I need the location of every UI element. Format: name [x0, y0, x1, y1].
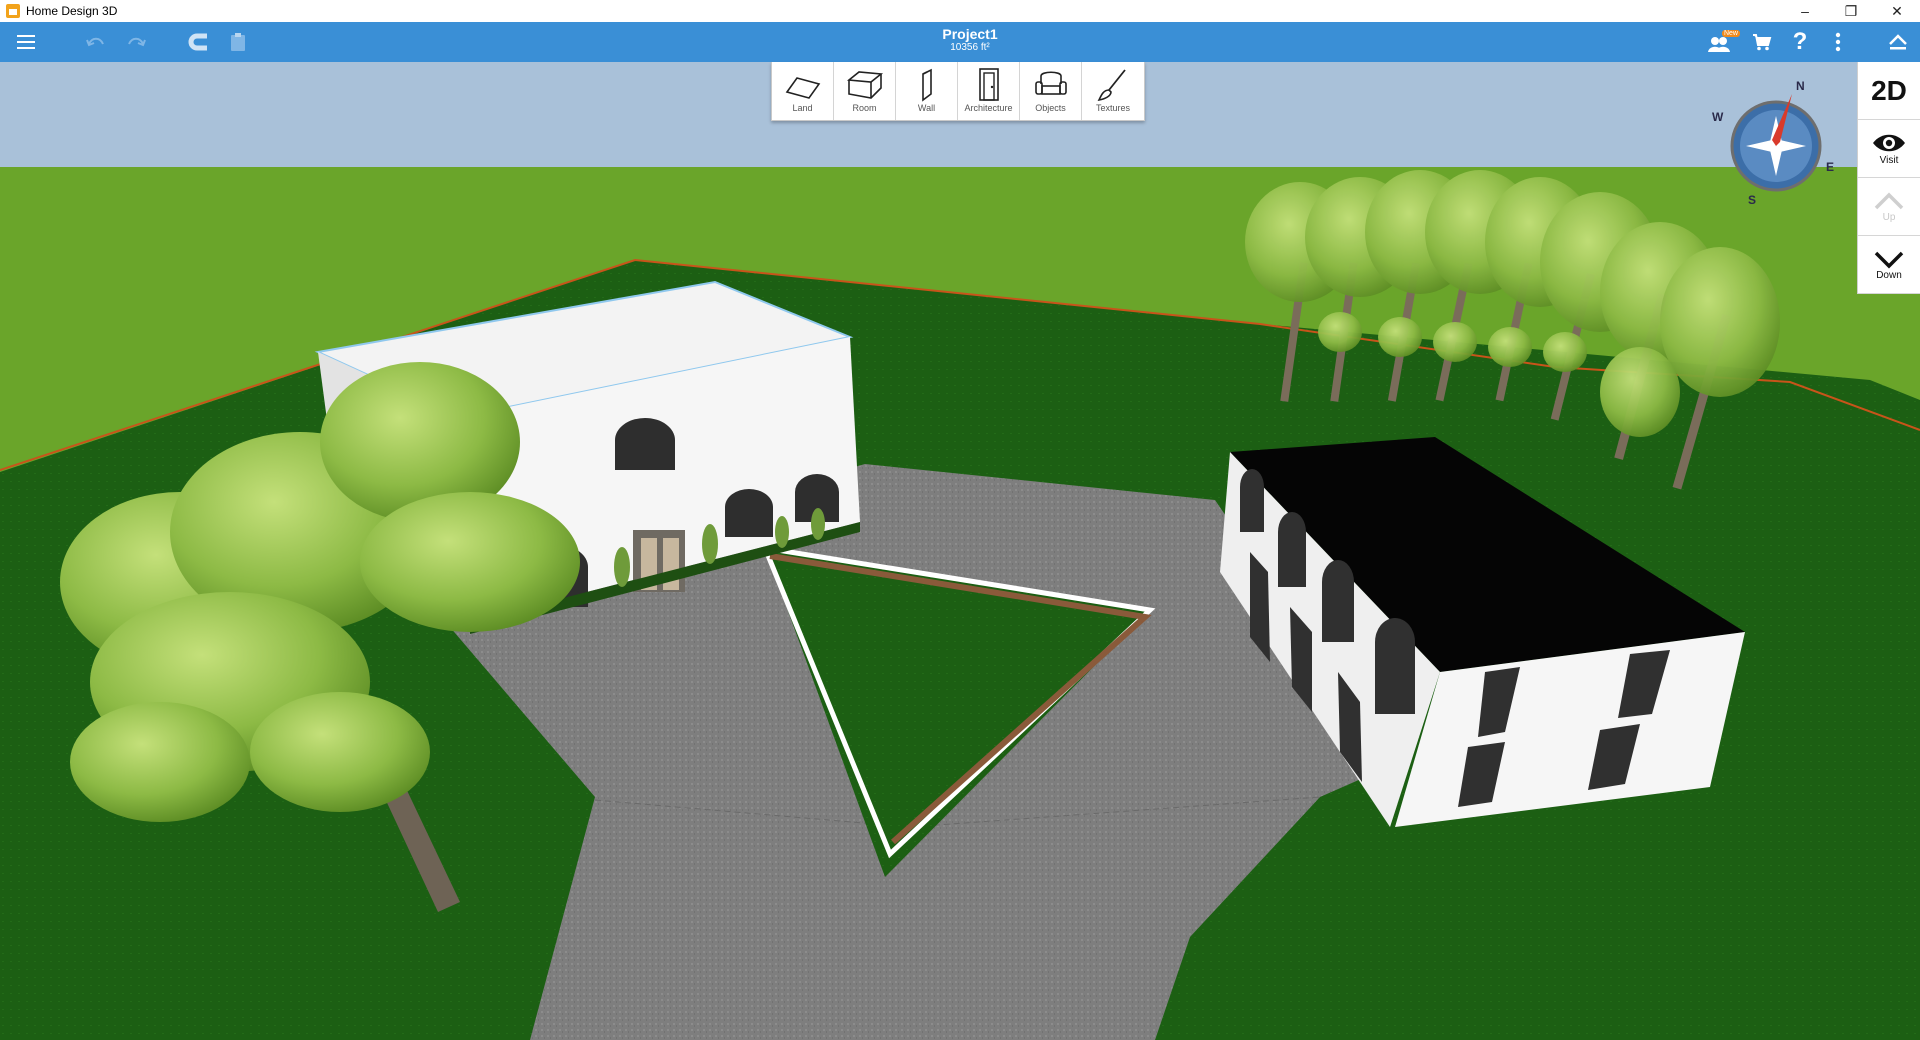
view-panel: 2D Visit Up Down — [1857, 62, 1920, 294]
redo-icon — [128, 37, 146, 47]
toggle-2d-label: 2D — [1871, 74, 1907, 106]
paste-button[interactable] — [226, 30, 250, 54]
window-controls: – ❐ ✕ — [1782, 0, 1920, 22]
wall-icon — [921, 68, 932, 102]
room-icon — [846, 71, 883, 99]
community-button[interactable]: New — [1706, 30, 1740, 54]
tool-architecture-label: Architecture — [964, 103, 1013, 113]
tool-land[interactable]: Land — [772, 62, 834, 120]
land-icon — [785, 77, 820, 99]
magnet-icon — [188, 33, 207, 51]
undo-button[interactable] — [84, 30, 108, 54]
down-label: Down — [1876, 269, 1902, 281]
tool-textures-label: Textures — [1095, 103, 1130, 113]
tool-wall[interactable]: Wall — [896, 62, 958, 120]
visit-button[interactable]: Visit — [1858, 120, 1920, 178]
compass-s: S — [1748, 193, 1756, 206]
menu-icon — [17, 35, 35, 49]
eye-icon — [1873, 134, 1905, 151]
undo-icon — [86, 37, 104, 47]
tool-room-label: Room — [852, 103, 877, 113]
close-button[interactable]: ✕ — [1874, 0, 1920, 22]
down-button[interactable]: Down — [1858, 236, 1920, 294]
tool-land-label: Land — [792, 103, 813, 113]
help-button[interactable]: ? — [1788, 28, 1812, 55]
up-label: Up — [1882, 211, 1896, 223]
collapse-button[interactable] — [1886, 30, 1910, 54]
tool-objects-label: Objects — [1035, 103, 1066, 113]
more-button[interactable] — [1826, 30, 1850, 54]
3d-viewport[interactable] — [0, 62, 1920, 1040]
armchair-icon — [1034, 71, 1067, 95]
tool-architecture[interactable]: Architecture — [958, 62, 1020, 120]
tool-room[interactable]: Room — [834, 62, 896, 120]
project-name: Project1 — [942, 26, 998, 42]
project-area: 10356 ft² — [950, 42, 990, 53]
door-icon — [978, 68, 999, 101]
magnet-button[interactable] — [186, 30, 210, 54]
redo-button[interactable] — [124, 30, 148, 54]
visit-label: Visit — [1879, 154, 1899, 166]
app-header: Project1 10356 ft² New ? — [0, 22, 1920, 62]
paste-icon — [231, 33, 245, 51]
app-logo-icon — [6, 4, 20, 18]
chevron-up-icon — [1874, 192, 1904, 209]
minimize-button[interactable]: – — [1782, 0, 1828, 22]
collapse-icon — [1889, 34, 1907, 50]
tool-toolbar: Land Room Wall Architecture Objects Text… — [771, 62, 1145, 121]
compass-n: N — [1796, 79, 1805, 93]
window-titlebar: Home Design 3D – ❐ ✕ — [0, 0, 1920, 22]
window-title: Home Design 3D — [26, 4, 118, 18]
compass-w: W — [1712, 110, 1724, 124]
brush-icon — [1097, 69, 1126, 102]
project-info[interactable]: Project1 10356 ft² — [840, 26, 1100, 53]
help-icon: ? — [1792, 28, 1808, 55]
compass[interactable]: N E S W — [1706, 76, 1836, 206]
cart-icon — [1753, 34, 1772, 51]
more-icon — [1835, 32, 1841, 52]
toggle-2d-button[interactable]: 2D — [1858, 62, 1920, 120]
new-badge: New — [1721, 30, 1740, 37]
restore-button[interactable]: ❐ — [1828, 0, 1874, 22]
tool-wall-label: Wall — [917, 103, 936, 113]
chevron-down-icon — [1874, 251, 1904, 268]
tool-objects[interactable]: Objects — [1020, 62, 1082, 120]
tool-textures[interactable]: Textures — [1082, 62, 1144, 120]
menu-button[interactable] — [14, 30, 38, 54]
cart-button[interactable] — [1750, 30, 1774, 54]
compass-e: E — [1826, 160, 1834, 174]
up-button[interactable]: Up — [1858, 178, 1920, 236]
